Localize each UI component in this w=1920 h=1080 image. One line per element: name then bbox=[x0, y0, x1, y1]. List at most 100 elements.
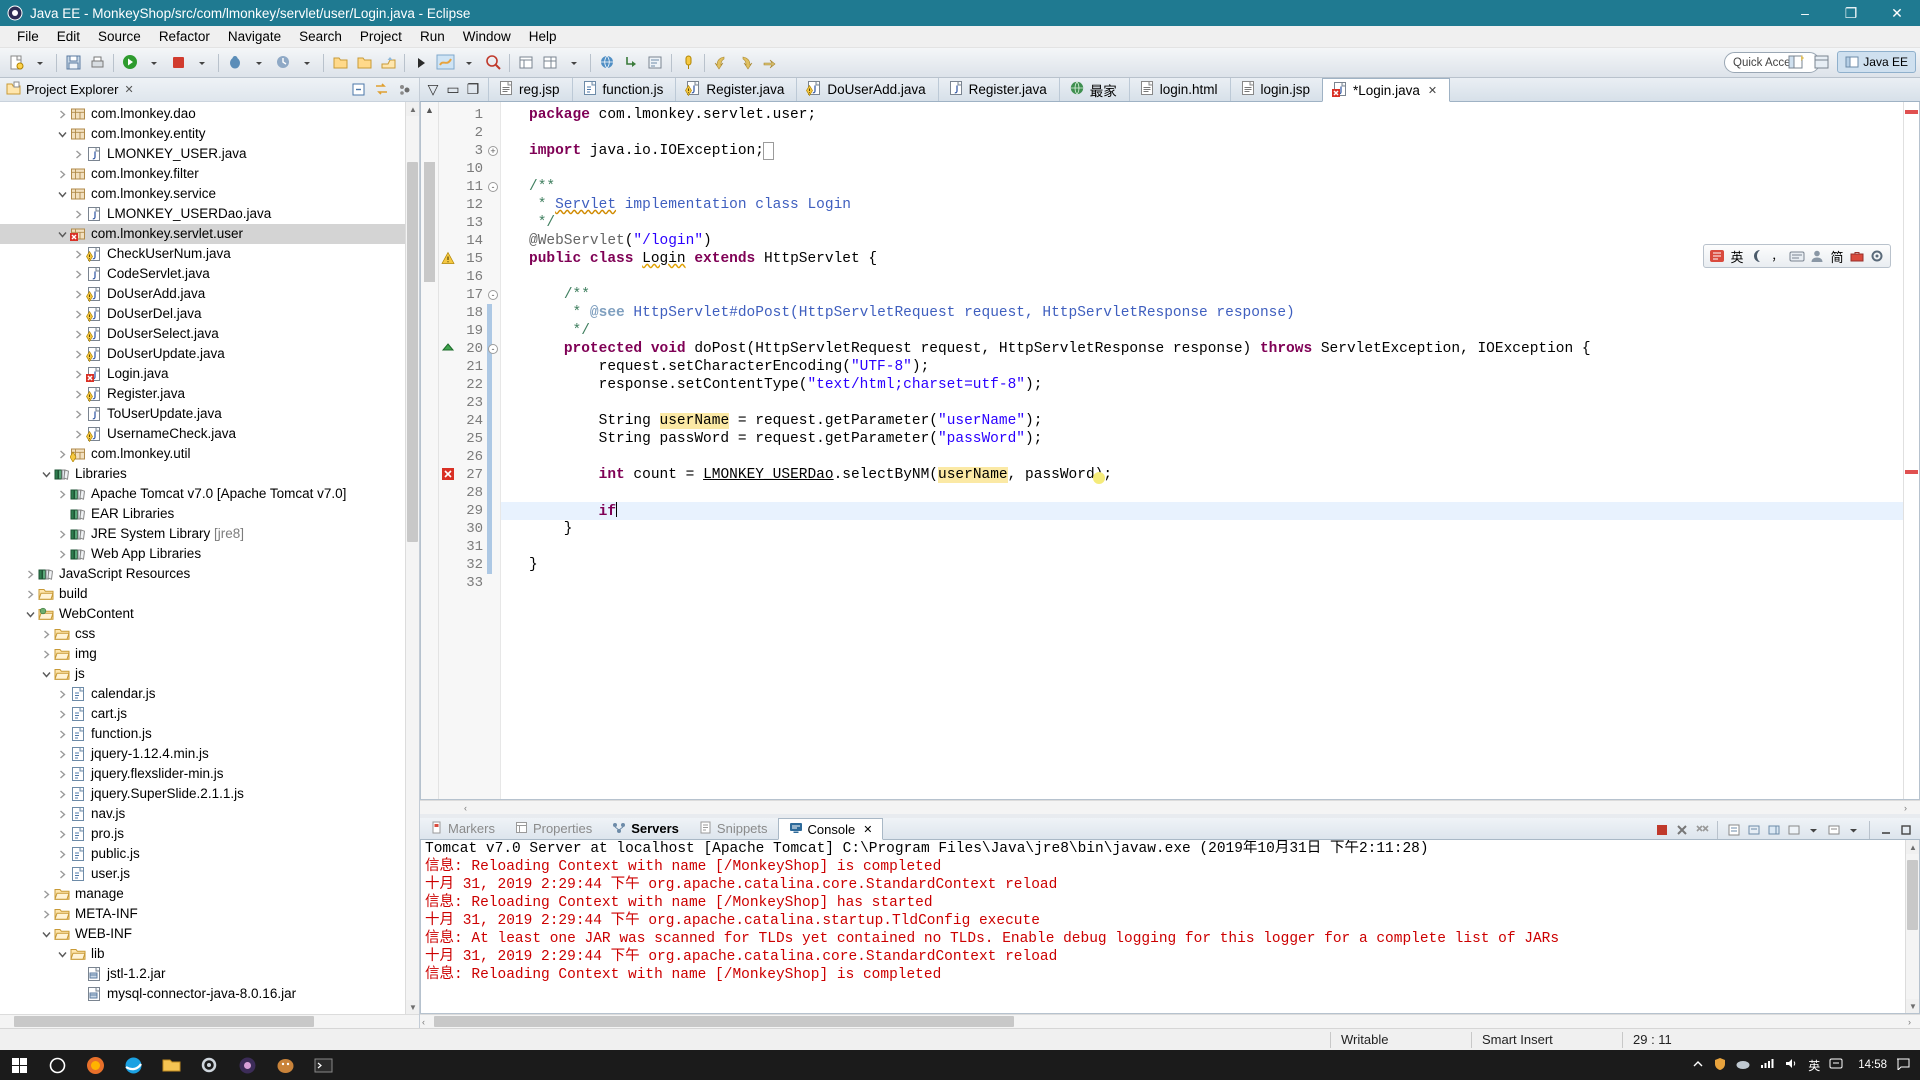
tree-item[interactable]: JavaScript Resources bbox=[0, 564, 419, 584]
open-folder-icon[interactable] bbox=[353, 52, 375, 74]
chevron-down-icon[interactable] bbox=[40, 464, 53, 484]
chevron-down-icon[interactable]: ▽ bbox=[426, 81, 440, 97]
tree-item[interactable]: CheckUserNum.java bbox=[0, 244, 419, 264]
tree-item[interactable]: UsernameCheck.java bbox=[0, 424, 419, 444]
editor-tab[interactable]: DoUserAdd.java bbox=[796, 78, 937, 101]
debug-icon[interactable] bbox=[224, 52, 246, 74]
close-icon[interactable]: ✕ bbox=[863, 823, 872, 836]
explorer-vertical-scrollbar[interactable]: ▲ ▼ bbox=[405, 102, 419, 1014]
explorer-horizontal-scrollbar[interactable] bbox=[0, 1014, 419, 1028]
console-output[interactable]: Tomcat v7.0 Server at localhost [Apache … bbox=[420, 840, 1920, 1014]
chevron-down-icon[interactable] bbox=[24, 604, 37, 624]
error-marker[interactable] bbox=[1905, 110, 1918, 114]
tree-item[interactable]: Web App Libraries bbox=[0, 544, 419, 564]
chevron-right-icon[interactable] bbox=[72, 424, 85, 444]
annotation-icon[interactable] bbox=[677, 52, 699, 74]
moon-icon[interactable] bbox=[1748, 246, 1766, 266]
tree-item[interactable]: DoUserUpdate.java bbox=[0, 344, 419, 364]
tree-item[interactable]: nav.js bbox=[0, 804, 419, 824]
tray-ime-icon[interactable] bbox=[1829, 1057, 1843, 1073]
close-icon[interactable]: ✕ bbox=[1428, 84, 1437, 97]
dropdown-icon[interactable] bbox=[1805, 822, 1822, 839]
menu-item-window[interactable]: Window bbox=[454, 27, 520, 46]
settings-gear-icon[interactable] bbox=[190, 1050, 228, 1080]
dropdown-icon[interactable] bbox=[29, 52, 51, 74]
chevron-right-icon[interactable] bbox=[56, 704, 69, 724]
dropdown-icon[interactable] bbox=[296, 52, 318, 74]
explorer-scroll-thumb[interactable] bbox=[407, 162, 418, 542]
internet-explorer-icon[interactable] bbox=[114, 1050, 152, 1080]
clear-console-icon[interactable] bbox=[1725, 822, 1742, 839]
editor-tab[interactable]: reg.jsp bbox=[488, 78, 572, 101]
perspective-java-ee[interactable]: Java EE bbox=[1837, 51, 1916, 73]
dropdown-icon[interactable] bbox=[458, 52, 480, 74]
console-hscroll-thumb[interactable] bbox=[434, 1016, 1014, 1027]
chevron-right-icon[interactable] bbox=[40, 884, 53, 904]
tree-item[interactable]: EAR Libraries bbox=[0, 504, 419, 524]
chevron-right-icon[interactable] bbox=[72, 304, 85, 324]
chevron-right-icon[interactable] bbox=[40, 624, 53, 644]
back-icon[interactable] bbox=[710, 52, 732, 74]
tree-item[interactable]: Login.java bbox=[0, 364, 419, 384]
eclipse-taskbar-icon[interactable] bbox=[228, 1050, 266, 1080]
save-icon[interactable] bbox=[62, 52, 84, 74]
chevron-right-icon[interactable] bbox=[72, 324, 85, 344]
remove-all-icon[interactable] bbox=[1693, 822, 1710, 839]
chevron-right-icon[interactable] bbox=[72, 204, 85, 224]
dropdown-icon[interactable] bbox=[143, 52, 165, 74]
chevron-right-icon[interactable] bbox=[56, 764, 69, 784]
tray-cloud-icon[interactable] bbox=[1736, 1057, 1751, 1073]
terminal-icon[interactable] bbox=[304, 1050, 342, 1080]
scroll-right-icon[interactable]: › bbox=[1908, 1017, 1918, 1027]
collapse-all-icon[interactable] bbox=[349, 81, 367, 99]
chevron-right-icon[interactable] bbox=[72, 364, 85, 384]
chevron-right-icon[interactable] bbox=[72, 384, 85, 404]
editor-tab[interactable]: *Login.java ✕ bbox=[1322, 78, 1451, 102]
chevron-right-icon[interactable] bbox=[40, 904, 53, 924]
chevron-right-icon[interactable] bbox=[56, 864, 69, 884]
maximize-view-icon[interactable]: ❐ bbox=[466, 81, 480, 97]
tray-expand-icon[interactable] bbox=[1692, 1058, 1704, 1073]
console-tab[interactable]: Markers bbox=[420, 818, 505, 839]
chevron-right-icon[interactable] bbox=[56, 524, 69, 544]
fold-expand-icon[interactable]: + bbox=[488, 146, 498, 156]
globe-icon[interactable] bbox=[596, 52, 618, 74]
explorer-folder-icon[interactable] bbox=[152, 1050, 190, 1080]
chevron-right-icon[interactable] bbox=[56, 444, 69, 464]
dropdown-icon[interactable] bbox=[248, 52, 270, 74]
tomcat-icon[interactable] bbox=[266, 1050, 304, 1080]
menu-item-navigate[interactable]: Navigate bbox=[219, 27, 290, 46]
chevron-right-icon[interactable] bbox=[56, 804, 69, 824]
new-java-package-icon[interactable] bbox=[515, 52, 537, 74]
tree-item[interactable]: Register.java bbox=[0, 384, 419, 404]
minimize-console-icon[interactable] bbox=[1877, 822, 1894, 839]
tree-item[interactable]: jstl-1.2.jar bbox=[0, 964, 419, 984]
minimize-view-icon[interactable]: ▭ bbox=[446, 81, 460, 97]
scroll-up-icon[interactable]: ▲ bbox=[406, 102, 419, 116]
forward-icon[interactable] bbox=[734, 52, 756, 74]
menu-item-source[interactable]: Source bbox=[89, 27, 150, 46]
tree-item[interactable]: com.lmonkey.util bbox=[0, 444, 419, 464]
tree-item[interactable]: jquery.flexslider-min.js bbox=[0, 764, 419, 784]
stop-icon[interactable] bbox=[167, 52, 189, 74]
chevron-right-icon[interactable] bbox=[72, 264, 85, 284]
chevron-right-icon[interactable] bbox=[72, 404, 85, 424]
print-icon[interactable] bbox=[86, 52, 108, 74]
open-folder-icon[interactable] bbox=[329, 52, 351, 74]
chevron-right-icon[interactable] bbox=[24, 584, 37, 604]
new-icon[interactable] bbox=[5, 52, 27, 74]
tray-network-icon[interactable] bbox=[1760, 1057, 1775, 1073]
cortana-search-icon[interactable] bbox=[38, 1050, 76, 1080]
console-tab[interactable]: Console ✕ bbox=[777, 818, 884, 840]
chevron-right-icon[interactable] bbox=[56, 164, 69, 184]
run-icon[interactable] bbox=[119, 52, 141, 74]
tree-item[interactable]: function.js bbox=[0, 724, 419, 744]
scroll-left-icon[interactable]: ‹ bbox=[464, 803, 474, 813]
scroll-left-icon[interactable]: ‹ bbox=[422, 1017, 432, 1027]
tree-item[interactable]: manage bbox=[0, 884, 419, 904]
editor-scroll-thumb[interactable] bbox=[424, 162, 435, 282]
tree-item[interactable]: calendar.js bbox=[0, 684, 419, 704]
tray-shield-icon[interactable] bbox=[1713, 1057, 1727, 1074]
scroll-right-icon[interactable]: › bbox=[1904, 803, 1914, 813]
console-scroll-thumb[interactable] bbox=[1907, 860, 1918, 930]
